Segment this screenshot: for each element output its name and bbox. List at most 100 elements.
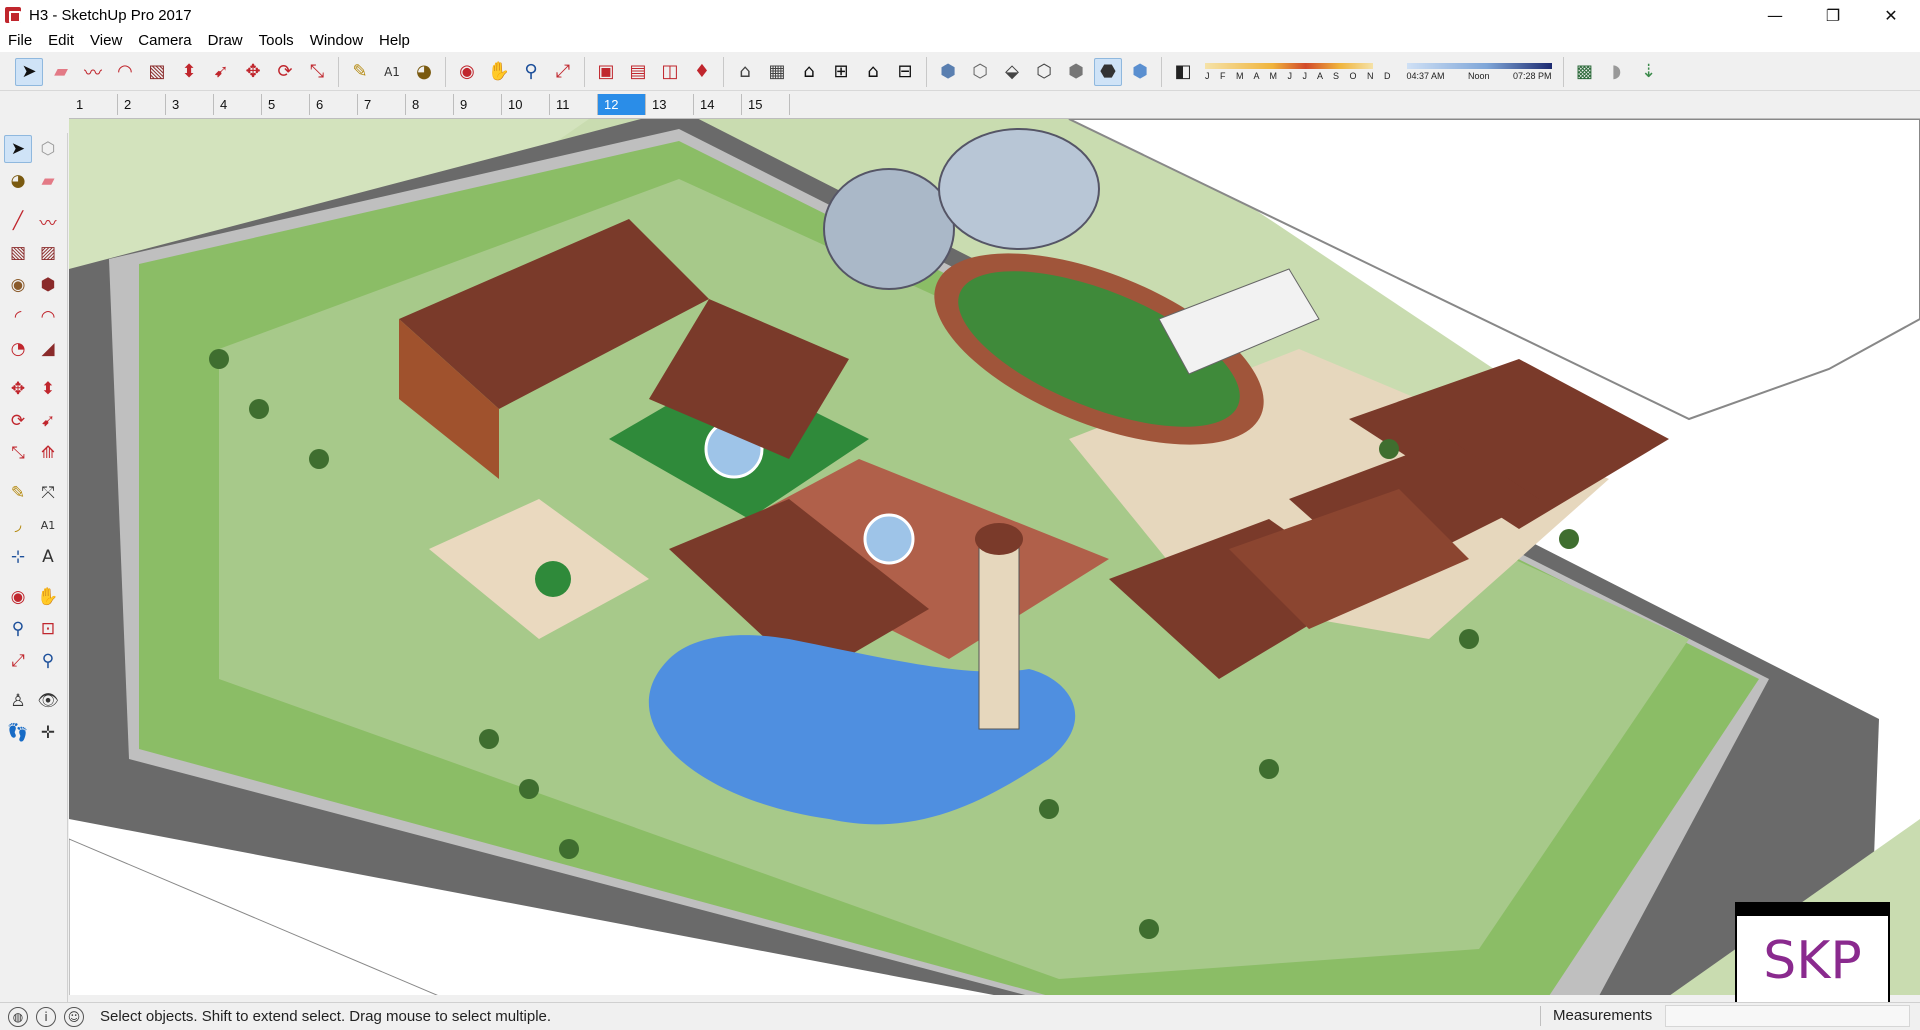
geo-location-icon[interactable]: ◍ bbox=[8, 1006, 28, 1027]
freehand-icon[interactable]: 〰 bbox=[79, 58, 107, 86]
tab-scene-4[interactable]: 4 bbox=[214, 93, 262, 115]
move-icon[interactable]: ✥ bbox=[239, 58, 267, 86]
pie-icon[interactable]: ◔ bbox=[4, 335, 32, 363]
circle-icon[interactable]: ◉ bbox=[4, 271, 32, 299]
tape-measure-icon[interactable]: ✎ bbox=[346, 58, 374, 86]
offset-icon[interactable]: ⟰ bbox=[34, 439, 62, 467]
tab-scene-15[interactable]: 15 bbox=[742, 93, 790, 115]
front-view-icon[interactable]: ⌂ bbox=[795, 58, 823, 86]
menu-draw[interactable]: Draw bbox=[200, 30, 251, 52]
position-camera-icon[interactable]: ♙ bbox=[4, 687, 32, 715]
wireframe-icon[interactable]: ⬙ bbox=[998, 58, 1026, 86]
iso-view-icon[interactable]: ⌂ bbox=[731, 58, 759, 86]
tab-scene-1[interactable]: 1 bbox=[70, 93, 118, 115]
minimize-button[interactable]: — bbox=[1746, 0, 1804, 30]
zoom-extents-icon[interactable]: ⤢ bbox=[4, 647, 32, 675]
tab-scene-6[interactable]: 6 bbox=[310, 93, 358, 115]
line-icon[interactable]: ╱ bbox=[4, 207, 32, 235]
menu-file[interactable]: File bbox=[0, 30, 40, 52]
match-photo-icon[interactable]: ▩ bbox=[1571, 58, 1599, 86]
arc-icon[interactable]: ◜ bbox=[4, 303, 32, 331]
zoom-icon[interactable]: ⚲ bbox=[517, 58, 545, 86]
hidden-line-icon[interactable]: ⬡ bbox=[1030, 58, 1058, 86]
dimension-icon[interactable]: ⤧ bbox=[34, 479, 62, 507]
shadows-icon[interactable]: ◧ bbox=[1169, 58, 1197, 86]
rectangle-icon[interactable]: ▧ bbox=[143, 58, 171, 86]
warehouse-icon[interactable]: ▣ bbox=[592, 58, 620, 86]
user-account-icon[interactable]: ☺ bbox=[64, 1006, 84, 1027]
tab-scene-11[interactable]: 11 bbox=[550, 93, 598, 115]
rotated-rectangle-icon[interactable]: ▨ bbox=[34, 239, 62, 267]
tab-scene-13[interactable]: 13 bbox=[646, 93, 694, 115]
menu-edit[interactable]: Edit bbox=[40, 30, 82, 52]
monochrome-icon[interactable]: ⬢ bbox=[1126, 58, 1154, 86]
previous-view-icon[interactable]: ⚲ bbox=[34, 647, 62, 675]
follow-me-icon[interactable]: ➹ bbox=[207, 58, 235, 86]
layout-icon[interactable]: ◫ bbox=[656, 58, 684, 86]
zoom-window-icon[interactable]: ⊡ bbox=[34, 615, 62, 643]
push-pull-icon[interactable]: ⬍ bbox=[175, 58, 203, 86]
polygon-icon[interactable]: ⬢ bbox=[34, 271, 62, 299]
zoom-icon[interactable]: ⚲ bbox=[4, 615, 32, 643]
three-point-arc-icon[interactable]: ◢ bbox=[34, 335, 62, 363]
shadow-time-bar[interactable] bbox=[1406, 62, 1552, 69]
model-viewport[interactable] bbox=[69, 118, 1920, 995]
back-view-icon[interactable]: ⌂ bbox=[859, 58, 887, 86]
shadow-time-slider[interactable]: 04:37 AM Noon 07:28 PM bbox=[1406, 62, 1552, 81]
shadow-date-slider[interactable]: J F M A M J J A S O N D bbox=[1205, 62, 1395, 81]
maximize-button[interactable]: ❐ bbox=[1804, 0, 1862, 30]
shadow-month-bar[interactable] bbox=[1205, 62, 1373, 69]
select-icon[interactable]: ➤ bbox=[15, 57, 43, 86]
menu-tools[interactable]: Tools bbox=[251, 30, 302, 52]
credits-icon[interactable]: i bbox=[36, 1006, 56, 1027]
look-around-icon[interactable]: 👁 bbox=[34, 687, 62, 715]
walk-icon[interactable]: 👣 bbox=[4, 719, 32, 747]
tab-scene-10[interactable]: 10 bbox=[502, 93, 550, 115]
rotate-icon[interactable]: ⟳ bbox=[4, 407, 32, 435]
push-pull-icon[interactable]: ⬍ bbox=[34, 375, 62, 403]
paint-bucket-icon[interactable]: ◕ bbox=[4, 167, 32, 195]
shaded-textures-icon[interactable]: ⬣ bbox=[1094, 57, 1122, 86]
xray-icon[interactable]: ⬢ bbox=[934, 58, 962, 86]
component-icon[interactable]: ⬡ bbox=[34, 135, 62, 163]
close-button[interactable]: ✕ bbox=[1862, 0, 1920, 30]
left-view-icon[interactable]: ⊟ bbox=[891, 58, 919, 86]
rectangle-icon[interactable]: ▧ bbox=[4, 239, 32, 267]
measurements-input[interactable] bbox=[1665, 1005, 1910, 1027]
menu-camera[interactable]: Camera bbox=[130, 30, 199, 52]
scale-icon[interactable]: ⤡ bbox=[303, 58, 331, 86]
tab-scene-2[interactable]: 2 bbox=[118, 93, 166, 115]
eraser-icon[interactable]: ▰ bbox=[47, 58, 75, 86]
shaded-icon[interactable]: ⬢ bbox=[1062, 58, 1090, 86]
axes-icon[interactable]: ⊹ bbox=[4, 543, 32, 571]
tab-scene-12[interactable]: 12 bbox=[598, 93, 646, 115]
orbit-icon[interactable]: ◉ bbox=[4, 583, 32, 611]
text-icon[interactable]: A1 bbox=[378, 58, 406, 86]
tape-measure-icon[interactable]: ✎ bbox=[4, 479, 32, 507]
3d-text-icon[interactable]: A bbox=[34, 543, 62, 571]
select-icon[interactable]: ➤ bbox=[4, 135, 32, 163]
menu-view[interactable]: View bbox=[82, 30, 130, 52]
arc-icon[interactable]: ◠ bbox=[111, 58, 139, 86]
extension-warehouse-icon[interactable]: ▤ bbox=[624, 58, 652, 86]
paint-bucket-icon[interactable]: ◕ bbox=[410, 58, 438, 86]
menu-window[interactable]: Window bbox=[302, 30, 371, 52]
tab-scene-9[interactable]: 9 bbox=[454, 93, 502, 115]
right-view-icon[interactable]: ⊞ bbox=[827, 58, 855, 86]
top-view-icon[interactable]: ▦ bbox=[763, 58, 791, 86]
move-icon[interactable]: ✥ bbox=[4, 375, 32, 403]
tab-scene-5[interactable]: 5 bbox=[262, 93, 310, 115]
zoom-extents-icon[interactable]: ⤢ bbox=[549, 58, 577, 86]
text-icon[interactable]: A1 bbox=[34, 511, 62, 539]
two-point-arc-icon[interactable]: ◠ bbox=[34, 303, 62, 331]
pan-icon[interactable]: ✋ bbox=[34, 583, 62, 611]
tab-scene-14[interactable]: 14 bbox=[694, 93, 742, 115]
tab-scene-7[interactable]: 7 bbox=[358, 93, 406, 115]
eraser-icon[interactable]: ▰ bbox=[34, 167, 62, 195]
ruby-icon[interactable]: ♦ bbox=[688, 58, 716, 86]
orbit-icon[interactable]: ◉ bbox=[453, 58, 481, 86]
sandbox-icon[interactable]: ⇣ bbox=[1635, 58, 1663, 86]
menu-help[interactable]: Help bbox=[371, 30, 418, 52]
tab-scene-3[interactable]: 3 bbox=[166, 93, 214, 115]
soften-edges-icon[interactable]: ◗ bbox=[1603, 58, 1631, 86]
